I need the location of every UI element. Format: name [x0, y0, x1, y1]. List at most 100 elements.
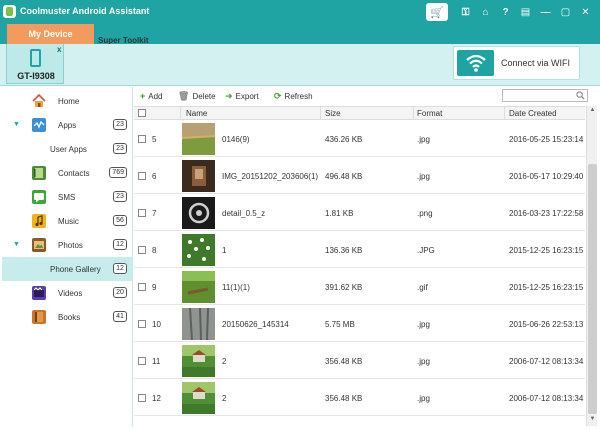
delete-label: Delete [192, 92, 216, 101]
minimize-icon[interactable]: — [537, 4, 554, 21]
refresh-label: Refresh [284, 92, 313, 101]
column-size[interactable]: Size [325, 109, 341, 118]
sidebar-item-phone-gallery[interactable]: Phone Gallery 12 [2, 257, 133, 281]
table-row[interactable]: 8 1 136.36 KB .JPG 2015-12-25 16:23:15 [134, 232, 585, 268]
scroll-up-icon[interactable]: ▲ [588, 107, 597, 116]
sidebar-item-music[interactable]: Music 56 [2, 209, 133, 233]
home-icon[interactable]: ⌂ [477, 4, 494, 21]
table-row[interactable]: 7 detail_0.5_z 1.81 KB .png 2016-03-23 17:22… [134, 195, 585, 231]
export-label: Export [235, 92, 259, 101]
device-card[interactable]: x GT-I9308 [6, 44, 64, 84]
action-toolbar: + Add 🗑 Delete ➜ Export ⟳ Refresh [134, 87, 600, 106]
column-name[interactable]: Name [186, 109, 207, 118]
sidebar-item-sms[interactable]: SMS 23 [2, 185, 133, 209]
scroll-down-icon[interactable]: ▼ [588, 416, 597, 425]
table-row[interactable]: 5 0146(9) 436.26 KB .jpg 2016-05-25 15:23:14 [134, 121, 585, 157]
count-badge: 23 [113, 143, 127, 154]
row-checkbox[interactable] [138, 209, 146, 217]
row-checkbox[interactable] [138, 246, 146, 254]
file-size: 391.62 KB [325, 283, 363, 292]
connect-wifi-button[interactable]: Connect via WIFI [453, 46, 580, 80]
sidebar-item-books[interactable]: Books 41 [2, 305, 133, 329]
file-size: 5.75 MB [325, 320, 355, 329]
add-button[interactable]: + Add [140, 91, 163, 101]
device-close-icon[interactable]: x [57, 45, 61, 54]
sidebar-item-home[interactable]: Home [2, 89, 133, 113]
delete-button[interactable]: 🗑 Delete [178, 91, 216, 102]
row-number: 5 [152, 135, 157, 144]
music-icon [32, 214, 46, 228]
row-number: 10 [152, 320, 161, 329]
wifi-icon [457, 50, 494, 76]
row-checkbox[interactable] [138, 283, 146, 291]
sidebar-item-label: Contacts [58, 169, 90, 178]
photo-thumbnail[interactable] [182, 123, 215, 155]
row-number: 11 [152, 357, 161, 366]
photo-thumbnail[interactable] [182, 271, 215, 303]
sidebar-item-contacts[interactable]: Contacts 769 [2, 161, 133, 185]
device-bar: x GT-I9308 Connect via WIFI [0, 44, 600, 86]
videos-icon [32, 286, 46, 300]
count-badge: 12 [113, 263, 127, 274]
maximize-icon[interactable]: ▢ [557, 4, 574, 21]
refresh-button[interactable]: ⟳ Refresh [274, 91, 313, 102]
scrollbar-thumb[interactable] [588, 164, 597, 414]
photo-thumbnail[interactable] [182, 160, 215, 192]
vertical-scrollbar[interactable]: ▲ ▼ [586, 106, 597, 426]
search-input[interactable] [502, 89, 588, 102]
column-date-created[interactable]: Date Created [509, 109, 557, 118]
app-logo-icon [3, 5, 16, 18]
help-icon[interactable]: ? [497, 4, 514, 21]
file-name: 2 [222, 357, 227, 366]
table-row[interactable]: 12 2 356.48 KB .jpg 2006-07-12 08:13:34 [134, 380, 585, 416]
photo-thumbnail[interactable] [182, 234, 215, 266]
select-all-checkbox[interactable] [138, 109, 146, 117]
key-icon[interactable]: ⚿ [457, 4, 474, 21]
row-number: 12 [152, 394, 161, 403]
row-checkbox[interactable] [138, 394, 146, 402]
file-name: 0146(9) [222, 135, 250, 144]
close-icon[interactable]: ✕ [577, 4, 594, 21]
sidebar-item-photos[interactable]: ▼ Photos 12 [2, 233, 133, 257]
photo-thumbnail[interactable] [182, 345, 215, 377]
phone-icon [30, 49, 41, 67]
title-bar: Coolmuster Android Assistant 🛒 ⚿ ⌂ ? ▤ —… [0, 0, 600, 24]
date-created: 2016-03-23 17:22:58 [509, 209, 584, 218]
file-format: .jpg [417, 357, 430, 366]
trash-icon: 🗑 [178, 91, 190, 101]
file-name: IMG_20151202_203606(1) [222, 172, 319, 181]
photo-thumbnail[interactable] [182, 308, 215, 340]
sidebar-item-label: Music [58, 217, 79, 226]
photo-thumbnail[interactable] [182, 197, 215, 229]
file-name: 20150626_145314 [222, 320, 289, 329]
sidebar-item-videos[interactable]: Videos 20 [2, 281, 133, 305]
count-badge: 41 [113, 311, 127, 322]
file-name: detail_0.5_z [222, 209, 266, 218]
export-button[interactable]: ➜ Export [225, 91, 259, 102]
file-size: 356.48 KB [325, 357, 363, 366]
date-created: 2015-12-25 16:23:15 [509, 246, 584, 255]
tab-my-device[interactable]: My Device [7, 24, 94, 44]
expand-arrow-icon[interactable]: ▼ [13, 241, 20, 248]
row-checkbox[interactable] [138, 320, 146, 328]
table-row[interactable]: 6 IMG_20151202_203606(1) 496.48 KB .jpg 2016… [134, 158, 585, 194]
cart-icon[interactable]: 🛒 [426, 3, 448, 21]
table-row[interactable]: 11 2 356.48 KB .jpg 2006-07-12 08:13:34 [134, 343, 585, 379]
sidebar-item-apps[interactable]: ▼ Apps 23 [2, 113, 133, 137]
search-icon[interactable] [576, 91, 585, 100]
sidebar-item-user-apps[interactable]: User Apps 23 [2, 137, 133, 161]
table-row[interactable]: 10 20150626_145314 5.75 MB .jpg 2015-06-26 2… [134, 306, 585, 342]
table-row[interactable]: 9 11(1)(1) 391.62 KB .gif 2015-12-25 16:23:1… [134, 269, 585, 305]
photo-thumbnail[interactable] [182, 382, 215, 414]
contacts-icon [32, 166, 46, 180]
feedback-icon[interactable]: ▤ [517, 4, 534, 21]
row-checkbox[interactable] [138, 357, 146, 365]
sidebar-item-label: Phone Gallery [50, 265, 101, 274]
file-size: 136.36 KB [325, 246, 363, 255]
column-format[interactable]: Format [417, 109, 442, 118]
count-badge: 23 [113, 191, 127, 202]
row-checkbox[interactable] [138, 172, 146, 180]
expand-arrow-icon[interactable]: ▼ [13, 121, 20, 128]
row-checkbox[interactable] [138, 135, 146, 143]
file-name: 11(1)(1) [222, 283, 250, 292]
